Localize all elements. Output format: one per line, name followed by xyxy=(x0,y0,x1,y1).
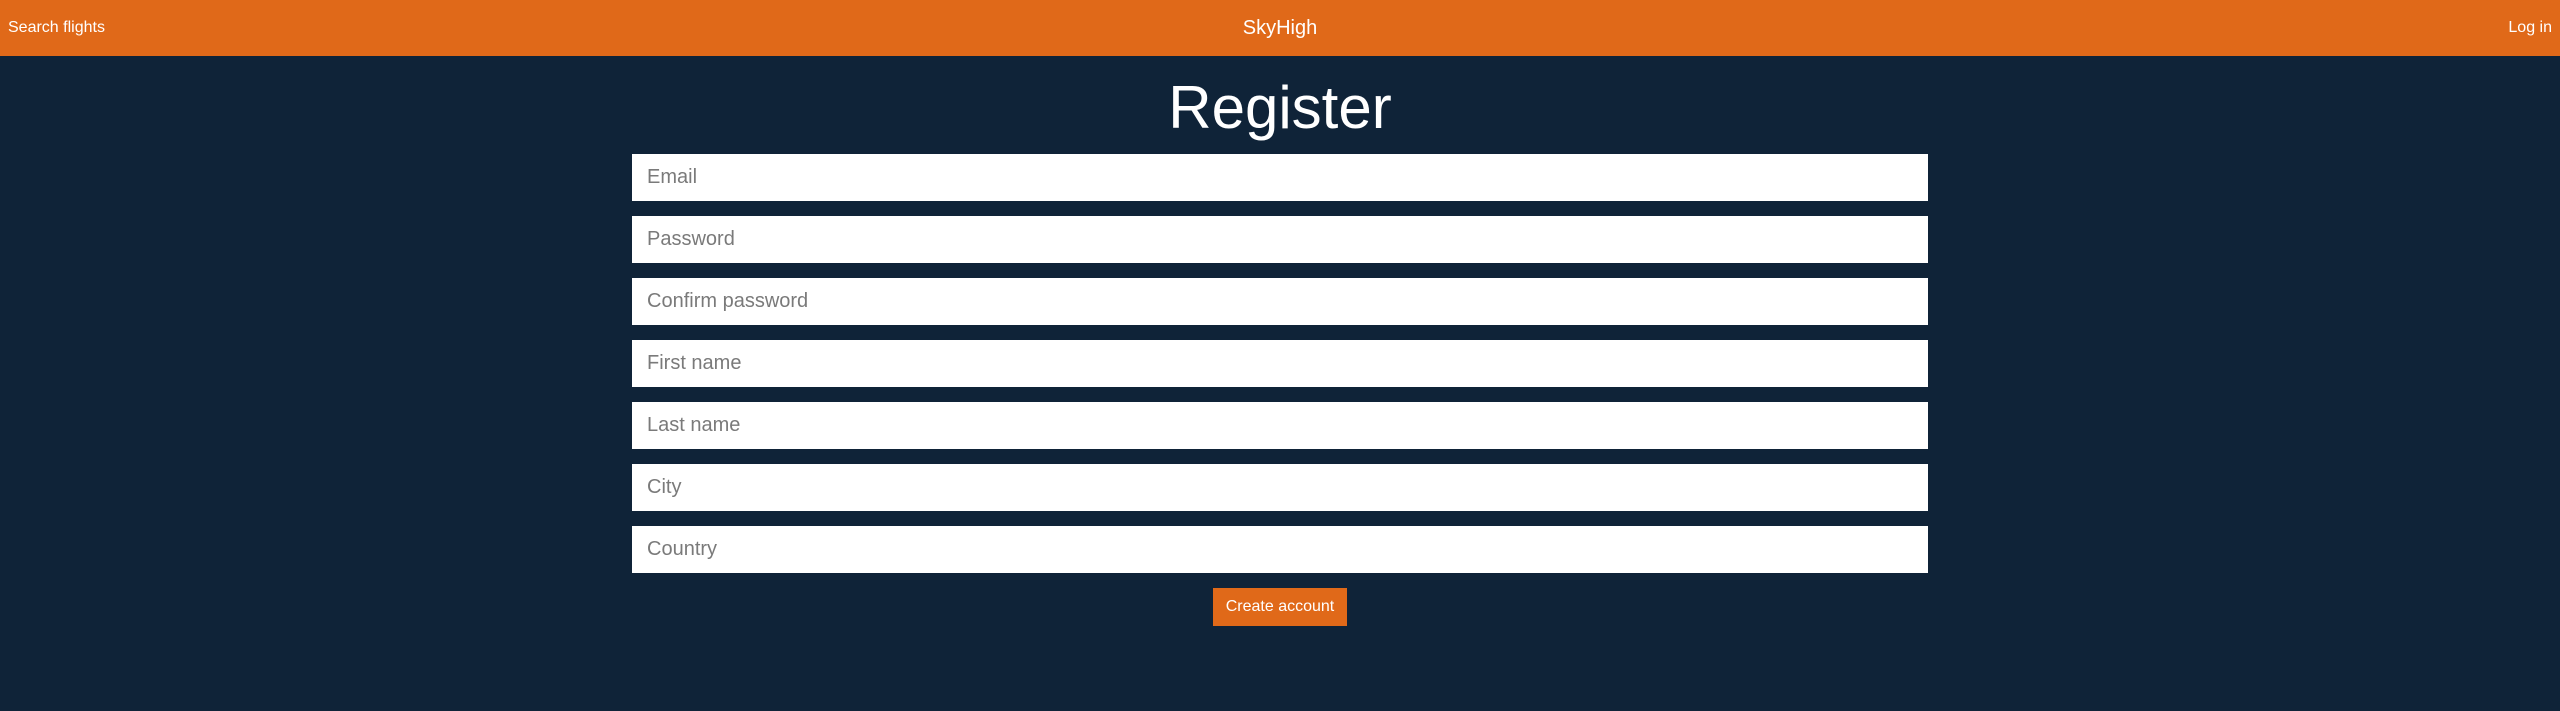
top-navbar: Search flights SkyHigh Log in xyxy=(0,0,2560,56)
create-account-button[interactable]: Create account xyxy=(1213,588,1347,626)
first-name-input[interactable] xyxy=(632,340,1928,387)
register-form xyxy=(632,154,1928,588)
country-input[interactable] xyxy=(632,526,1928,573)
brand-logo-text[interactable]: SkyHigh xyxy=(1243,17,1317,39)
search-flights-link[interactable]: Search flights xyxy=(8,0,105,56)
confirm-password-input[interactable] xyxy=(632,278,1928,325)
login-link[interactable]: Log in xyxy=(2508,0,2552,56)
city-input[interactable] xyxy=(632,464,1928,511)
email-input[interactable] xyxy=(632,154,1928,201)
submit-container: Create account xyxy=(0,588,2560,626)
page-title: Register xyxy=(1168,74,1392,141)
last-name-input[interactable] xyxy=(632,402,1928,449)
brand-container: SkyHigh xyxy=(0,0,2560,56)
password-input[interactable] xyxy=(632,216,1928,263)
